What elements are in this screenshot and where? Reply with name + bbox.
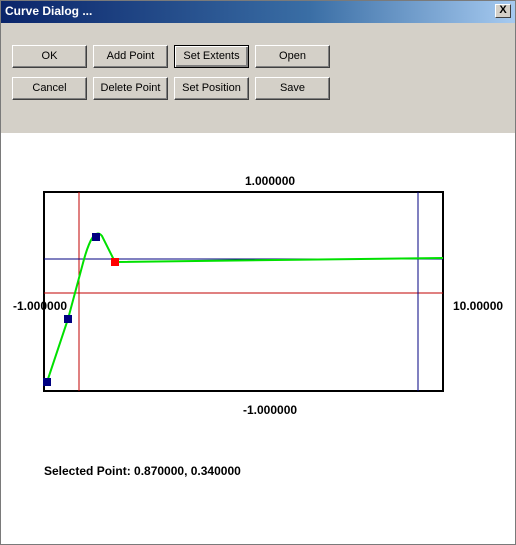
- bottom-extent-label: -1.000000: [243, 403, 298, 417]
- add-point-button[interactable]: Add Point: [93, 45, 168, 68]
- plot-frame: [43, 191, 444, 392]
- set-position-button[interactable]: Set Position: [174, 77, 249, 100]
- left-extent-label: -1.000000: [13, 299, 68, 313]
- save-button[interactable]: Save: [255, 77, 330, 100]
- right-extent-label: 10.00000: [453, 299, 504, 313]
- title-bar[interactable]: Curve Dialog ... X: [1, 1, 515, 23]
- close-icon: X: [499, 4, 507, 16]
- top-extent-label: 1.000000: [245, 174, 296, 188]
- button-toolbar: OK Add Point Set Extents Open Cancel Del…: [1, 23, 515, 133]
- close-button[interactable]: X: [495, 4, 511, 18]
- delete-point-button[interactable]: Delete Point: [93, 77, 168, 100]
- window-title: Curve Dialog ...: [5, 4, 93, 18]
- control-point[interactable]: [43, 378, 51, 386]
- curve-dialog-window: Curve Dialog ... X OK Add Point Set Exte…: [0, 0, 516, 545]
- control-point[interactable]: [92, 233, 100, 241]
- selected-control-point[interactable]: [111, 258, 119, 266]
- set-extents-button[interactable]: Set Extents: [174, 45, 249, 68]
- selected-point-status: Selected Point: 0.870000, 0.340000: [44, 464, 241, 478]
- curve-plot[interactable]: [1, 133, 515, 544]
- control-point[interactable]: [64, 315, 72, 323]
- cancel-button[interactable]: Cancel: [12, 77, 87, 100]
- open-button[interactable]: Open: [255, 45, 330, 68]
- curve-plot-area: 1.000000 -1.000000 -1.000000 10.00000 Se…: [1, 133, 515, 544]
- ok-button[interactable]: OK: [12, 45, 87, 68]
